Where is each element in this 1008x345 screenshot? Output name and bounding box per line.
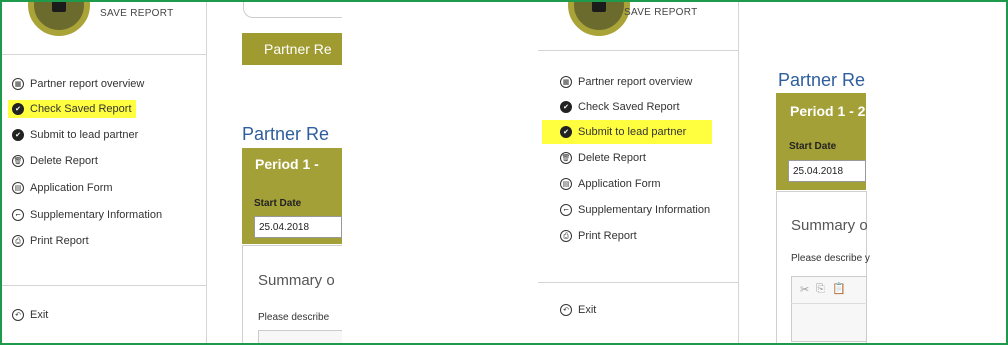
print-icon: ⎙ — [12, 235, 24, 247]
page-title: Partner Re — [242, 124, 330, 144]
summary-heading: Summary o — [258, 272, 335, 289]
check-icon: ✔ — [12, 129, 24, 141]
check-icon: ✔ — [560, 101, 572, 113]
paperclip-icon: ⌐ — [560, 204, 572, 216]
divider — [538, 282, 738, 283]
back-arrow-icon: ↶ — [12, 309, 24, 321]
right-panel: SAVE REPORT ▦ Partner report overview ✔ … — [538, 2, 1006, 343]
editor-toolbar-divider — [791, 303, 867, 304]
divider — [2, 54, 206, 55]
search-bar-edge — [243, 2, 342, 18]
menu-delete-report[interactable]: 🗑 Delete Report — [12, 152, 102, 170]
describe-label: Please describe — [258, 312, 330, 323]
start-date-label: Start Date — [789, 141, 837, 152]
start-date-input[interactable]: 25.04.2018 — [254, 216, 342, 238]
menu-partner-report-overview[interactable]: ▦ Partner report overview — [560, 73, 696, 91]
start-date-input[interactable]: 25.04.2018 — [788, 160, 866, 182]
menu-submit-to-lead-partner[interactable]: ✔ Submit to lead partner — [12, 126, 142, 144]
menu-delete-report[interactable]: 🗑 Delete Report — [560, 149, 650, 167]
logo — [28, 2, 90, 36]
menu-check-saved-report[interactable]: ✔ Check Saved Report — [560, 98, 684, 116]
page-title: Partner Re — [778, 70, 866, 90]
menu-label: Supplementary Information — [578, 204, 711, 216]
summary-heading: Summary o — [791, 217, 868, 234]
menu-label: Submit to lead partner — [578, 126, 687, 138]
menu-label: Delete Report — [30, 155, 98, 167]
menu-supplementary-information[interactable]: ⌐ Supplementary Information — [560, 201, 714, 219]
period-title: Period 1 - 2 — [790, 103, 866, 119]
logo — [568, 2, 630, 36]
menu-application-form[interactable]: ▤ Application Form — [560, 175, 665, 193]
menu-print-report[interactable]: ⎙ Print Report — [560, 227, 641, 245]
menu-label: Partner report overview — [578, 76, 693, 88]
document-icon: ▤ — [12, 182, 24, 194]
grid-icon: ▦ — [12, 78, 24, 90]
menu-label: Application Form — [578, 178, 661, 190]
menu-label: Submit to lead partner — [30, 129, 139, 141]
sidebar-border — [738, 2, 739, 343]
menu-label: Partner report overview — [30, 78, 145, 90]
menu-application-form[interactable]: ▤ Application Form — [12, 179, 117, 197]
copy-icon[interactable]: ⎘ — [816, 283, 825, 296]
check-icon: ✔ — [560, 126, 572, 138]
grid-icon: ▦ — [560, 76, 572, 88]
sidebar-border — [206, 2, 207, 343]
menu-exit[interactable]: ↶ Exit — [12, 306, 52, 324]
trash-icon: 🗑 — [12, 155, 24, 167]
menu-label: Exit — [578, 304, 597, 316]
print-icon: ⎙ — [560, 230, 572, 242]
menu-label: Supplementary Information — [30, 209, 163, 221]
menu-label: Check Saved Report — [30, 103, 132, 115]
text-editor[interactable] — [258, 330, 342, 343]
menu-check-saved-report[interactable]: ✔ Check Saved Report — [8, 100, 136, 118]
back-arrow-icon: ↶ — [560, 304, 572, 316]
menu-label: Print Report — [578, 230, 637, 242]
menu-label: Delete Report — [578, 152, 646, 164]
menu-label: Application Form — [30, 182, 113, 194]
start-date-label: Start Date — [254, 198, 302, 209]
menu-exit[interactable]: ↶ Exit — [560, 301, 600, 319]
save-report-label: SAVE REPORT — [100, 8, 174, 19]
menu-print-report[interactable]: ⎙ Print Report — [12, 232, 93, 250]
menu-label: Check Saved Report — [578, 101, 680, 113]
period-title: Period 1 - — [255, 156, 319, 172]
cut-icon[interactable]: ✂ — [800, 283, 809, 296]
partner-report-banner: Partner Re — [242, 33, 342, 65]
divider — [538, 50, 738, 51]
screenshot-frame: SAVE REPORT ▦ Partner report overview ✔ … — [0, 0, 1008, 345]
paste-icon[interactable]: 📋 — [832, 282, 846, 295]
trash-icon: 🗑 — [560, 152, 572, 164]
menu-label: Exit — [30, 309, 49, 321]
menu-supplementary-information[interactable]: ⌐ Supplementary Information — [12, 206, 166, 224]
left-panel: SAVE REPORT ▦ Partner report overview ✔ … — [2, 2, 342, 343]
menu-submit-to-lead-partner[interactable]: ✔ Submit to lead partner — [542, 120, 712, 144]
divider — [2, 285, 206, 286]
document-icon: ▤ — [560, 178, 572, 190]
menu-partner-report-overview[interactable]: ▦ Partner report overview — [12, 75, 148, 93]
paperclip-icon: ⌐ — [12, 209, 24, 221]
check-icon: ✔ — [12, 103, 24, 115]
save-report-label: SAVE REPORT — [624, 7, 698, 18]
menu-label: Print Report — [30, 235, 89, 247]
describe-label: Please describe y — [791, 253, 870, 264]
